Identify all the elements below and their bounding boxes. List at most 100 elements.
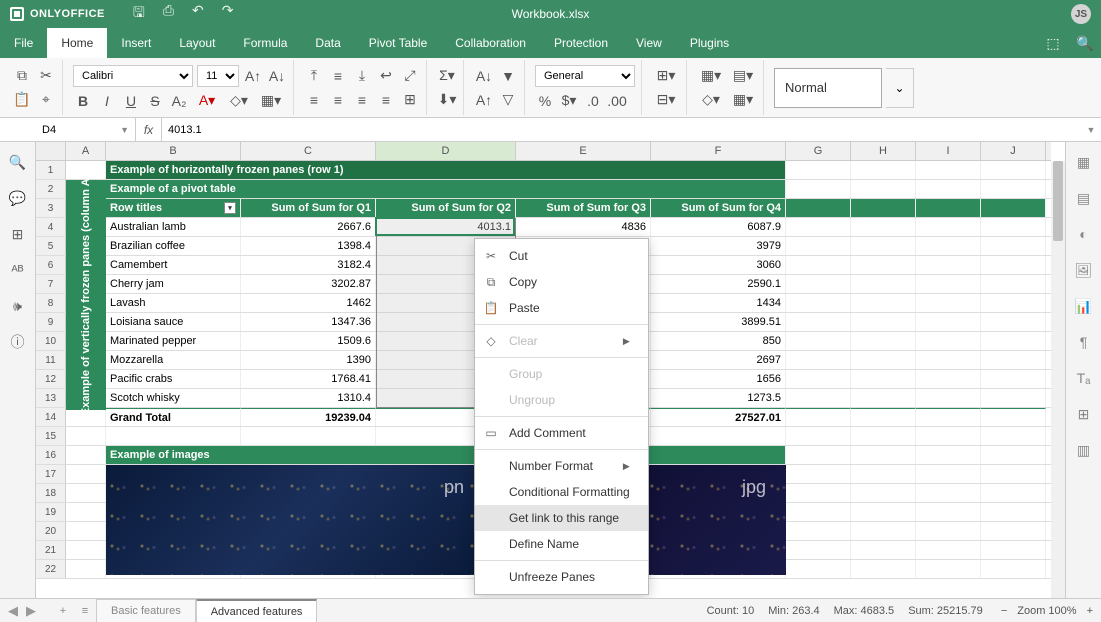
- strikethrough-button[interactable]: S: [145, 91, 165, 111]
- ctx-cut[interactable]: ✂Cut: [475, 243, 648, 269]
- cell[interactable]: [66, 541, 106, 559]
- cell[interactable]: [981, 275, 1046, 293]
- cell[interactable]: [851, 522, 916, 540]
- pivot-settings-icon[interactable]: ⊞: [1074, 404, 1094, 424]
- col-header-J[interactable]: J: [981, 142, 1046, 160]
- cell[interactable]: [916, 370, 981, 388]
- row-header-8[interactable]: 8: [36, 294, 66, 312]
- row-header-4[interactable]: 4: [36, 218, 66, 236]
- row-header-7[interactable]: 7: [36, 275, 66, 293]
- cell[interactable]: Mozzarella: [106, 351, 241, 369]
- clear-icon[interactable]: ◇▾: [697, 90, 725, 110]
- cell[interactable]: [851, 370, 916, 388]
- name-box[interactable]: D4▼: [36, 118, 136, 141]
- ctx-add-comment[interactable]: ▭Add Comment: [475, 420, 648, 446]
- next-sheet-icon[interactable]: ▶: [26, 603, 36, 619]
- row-header-10[interactable]: 10: [36, 332, 66, 350]
- add-sheet-button[interactable]: +: [52, 599, 74, 622]
- menu-pivot-table[interactable]: Pivot Table: [355, 28, 441, 58]
- cell[interactable]: [981, 199, 1046, 217]
- cell[interactable]: [786, 237, 851, 255]
- cell[interactable]: [981, 408, 1046, 426]
- cell[interactable]: [66, 560, 106, 578]
- paste-icon[interactable]: 📋: [12, 90, 32, 110]
- sheet-list-button[interactable]: ≡: [74, 599, 96, 622]
- cell[interactable]: 1509.6: [241, 332, 376, 350]
- cell[interactable]: [786, 275, 851, 293]
- open-location-icon[interactable]: ⬚: [1037, 28, 1069, 58]
- cell[interactable]: [981, 313, 1046, 331]
- cell[interactable]: [66, 522, 106, 540]
- table-template-icon[interactable]: ▤▾: [729, 66, 757, 86]
- scroll-thumb[interactable]: [1053, 161, 1063, 241]
- conditional-format-icon[interactable]: ▦▾: [697, 66, 725, 86]
- cell[interactable]: Sum of Sum for Q2: [376, 199, 516, 217]
- cell[interactable]: [851, 446, 916, 464]
- row-header-11[interactable]: 11: [36, 351, 66, 369]
- row-header-12[interactable]: 12: [36, 370, 66, 388]
- cell[interactable]: [66, 427, 106, 445]
- cell[interactable]: 2697: [651, 351, 786, 369]
- align-top-icon[interactable]: ⤒: [304, 66, 324, 86]
- cell[interactable]: 2590.1: [651, 275, 786, 293]
- cell[interactable]: [981, 294, 1046, 312]
- cell[interactable]: [916, 465, 981, 483]
- zoom-in-button[interactable]: +: [1087, 605, 1093, 617]
- cell[interactable]: [851, 389, 916, 407]
- cell[interactable]: 850: [651, 332, 786, 350]
- cell-styles-icon[interactable]: ▦▾: [729, 90, 757, 110]
- cell[interactable]: [851, 161, 916, 179]
- align-middle-icon[interactable]: ≡: [328, 66, 348, 86]
- menu-collaboration[interactable]: Collaboration: [441, 28, 540, 58]
- cell[interactable]: 1656: [651, 370, 786, 388]
- borders-button[interactable]: ▦▾: [257, 91, 285, 111]
- font-name-select[interactable]: Calibri: [73, 65, 193, 87]
- row-header-21[interactable]: 21: [36, 541, 66, 559]
- cell[interactable]: [981, 522, 1046, 540]
- cell[interactable]: [916, 161, 981, 179]
- increase-decimal-icon[interactable]: .00: [607, 91, 627, 111]
- image-png[interactable]: pn: [106, 465, 484, 575]
- col-header-A[interactable]: A: [66, 142, 106, 160]
- cell[interactable]: 1768.41: [241, 370, 376, 388]
- cell[interactable]: [981, 465, 1046, 483]
- cell[interactable]: 1434: [651, 294, 786, 312]
- cell[interactable]: [916, 294, 981, 312]
- cell[interactable]: [851, 180, 916, 198]
- cell[interactable]: [851, 313, 916, 331]
- menu-protection[interactable]: Protection: [540, 28, 622, 58]
- row-header-18[interactable]: 18: [36, 484, 66, 502]
- cell[interactable]: [981, 256, 1046, 274]
- ctx-number-format[interactable]: Number Format▶: [475, 453, 648, 479]
- row-header-17[interactable]: 17: [36, 465, 66, 483]
- cell[interactable]: [786, 389, 851, 407]
- row-header-15[interactable]: 15: [36, 427, 66, 445]
- cell[interactable]: [981, 484, 1046, 502]
- feedback-icon[interactable]: 🕪: [8, 296, 28, 316]
- row-header-13[interactable]: 13: [36, 389, 66, 407]
- ctx-copy[interactable]: ⧉Copy: [475, 269, 648, 295]
- menu-layout[interactable]: Layout: [165, 28, 229, 58]
- subscript-button[interactable]: A₂: [169, 91, 189, 111]
- menu-home[interactable]: Home: [47, 28, 107, 58]
- cell[interactable]: [786, 294, 851, 312]
- cell[interactable]: [851, 351, 916, 369]
- cell[interactable]: [851, 332, 916, 350]
- cell[interactable]: Marinated pepper: [106, 332, 241, 350]
- row-header-9[interactable]: 9: [36, 313, 66, 331]
- ctx-paste[interactable]: 📋Paste: [475, 295, 648, 321]
- cell[interactable]: 1398.4: [241, 237, 376, 255]
- cell[interactable]: 3060: [651, 256, 786, 274]
- cell[interactable]: [651, 427, 786, 445]
- row-header-2[interactable]: 2: [36, 180, 66, 198]
- cell[interactable]: Sum of Sum for Q4: [651, 199, 786, 217]
- filter-icon[interactable]: ▼: [498, 66, 518, 86]
- cell[interactable]: [851, 503, 916, 521]
- cell[interactable]: 4013.1: [376, 218, 516, 236]
- sheet-tab-advanced-features[interactable]: Advanced features: [196, 599, 318, 622]
- insert-cells-icon[interactable]: ⊞▾: [652, 66, 680, 86]
- text-art-icon[interactable]: Tₐ: [1074, 368, 1094, 388]
- cell[interactable]: [786, 332, 851, 350]
- cell-settings-icon[interactable]: ▦: [1074, 152, 1094, 172]
- clear-filter-icon[interactable]: ▽: [498, 90, 518, 110]
